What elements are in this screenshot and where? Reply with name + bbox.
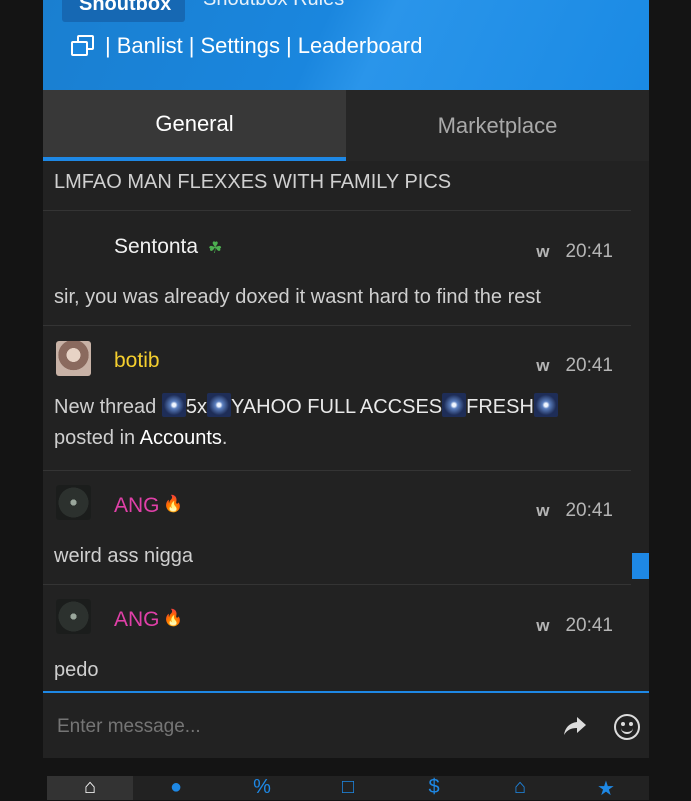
fireworks-icon <box>442 393 467 417</box>
settings-link[interactable]: Settings <box>200 33 280 59</box>
thread-prefix: New thread <box>54 396 157 418</box>
shoutbox-tab[interactable]: Shoutbox <box>62 0 185 22</box>
fireworks-icon <box>533 393 558 417</box>
message-meta: w 20:41 <box>536 241 613 263</box>
list-item: Sentonta ☘ w 20:41 sir, you was already d… <box>43 211 631 325</box>
home-icon[interactable]: ⌂ <box>47 776 133 800</box>
leaderboard-link[interactable]: Leaderboard <box>298 33 423 59</box>
message-list[interactable]: LMFAO MAN FLEXXES WITH FAMILY PICS Sento… <box>43 161 649 692</box>
separator: | <box>285 33 292 58</box>
share-icon[interactable] <box>562 713 588 739</box>
fireworks-icon <box>206 393 231 417</box>
shoutbox-panel: Shoutbox Shoutbox Rules | Banlist | Sett… <box>43 0 649 758</box>
forum-link[interactable]: Accounts <box>140 427 222 449</box>
smile-icon[interactable] <box>614 714 640 740</box>
thread-title-part[interactable]: YAHOO FULL ACCSES <box>231 396 442 418</box>
message-input[interactable] <box>57 713 537 741</box>
page: Shoutbox Shoutbox Rules | Banlist | Sett… <box>0 0 691 800</box>
fireworks-icon <box>161 393 186 417</box>
scrollbar-thumb[interactable] <box>632 553 649 579</box>
username[interactable]: botib <box>114 349 160 373</box>
shoutbox-header: Shoutbox Shoutbox Rules | Banlist | Sett… <box>43 0 649 90</box>
avatar[interactable] <box>56 341 91 376</box>
status-indicator: w <box>536 501 550 520</box>
posted-in-text: posted in <box>54 427 136 449</box>
username[interactable]: ANG <box>114 608 160 632</box>
avatar[interactable] <box>56 599 91 634</box>
message-meta: w 20:41 <box>536 355 613 377</box>
list-item: ANG 🔥 w 20:41 weird ass nigga <box>43 471 631 584</box>
leaf-icon: ☘ <box>208 240 223 257</box>
bottom-nav: ⌂ ● % □ $ ⌂ ★ <box>47 776 649 800</box>
timestamp: 20:41 <box>565 241 613 262</box>
username[interactable]: ANG <box>114 494 160 518</box>
thread-title-part[interactable]: FRESH <box>466 396 534 418</box>
message-meta: w 20:41 <box>536 500 613 522</box>
separator: | <box>105 33 111 58</box>
message-input-bar <box>43 691 649 758</box>
shoutbox-rules-link[interactable]: Shoutbox Rules <box>203 0 344 11</box>
star-icon[interactable]: ★ <box>576 776 636 800</box>
tab-marketplace[interactable]: Marketplace <box>346 90 649 161</box>
message-text: pedo <box>54 659 99 681</box>
timestamp: 20:41 <box>565 355 613 376</box>
message-text: New thread 5x YAHOO FULL ACCSES FRESH post… <box>54 392 624 454</box>
avatar[interactable] <box>56 485 91 520</box>
window-icon[interactable]: □ <box>318 776 378 800</box>
separator: | <box>188 33 195 58</box>
fire-icon: 🔥 <box>163 496 183 513</box>
banlist-link[interactable]: Banlist <box>117 33 183 59</box>
popout-icon[interactable] <box>71 35 95 57</box>
fire-icon: 🔥 <box>163 610 183 627</box>
shoutbox-tabs: General Marketplace <box>43 90 649 161</box>
message-meta: w 20:41 <box>536 615 613 637</box>
username[interactable]: Sentonta <box>114 235 198 259</box>
header-links: | Banlist | Settings | Leaderboard <box>71 31 422 61</box>
cart-icon[interactable]: ⌂ <box>490 776 550 800</box>
thread-title-part[interactable]: 5x <box>186 396 207 418</box>
timestamp: 20:41 <box>565 500 613 521</box>
message-text: LMFAO MAN FLEXXES WITH FAMILY PICS <box>54 171 452 193</box>
status-indicator: w <box>536 242 550 261</box>
period: . <box>221 427 228 449</box>
message-text: sir, you was already doxed it wasnt hard… <box>54 286 541 308</box>
status-indicator: w <box>536 616 550 635</box>
timestamp: 20:41 <box>565 615 613 636</box>
list-item: ANG 🔥 w 20:41 pedo <box>43 585 631 692</box>
tab-general[interactable]: General <box>43 90 346 161</box>
percent-icon[interactable]: % <box>232 776 292 800</box>
list-item: botib w 20:41 New thread 5x YAHOO FULL ACC… <box>43 326 631 470</box>
status-indicator: w <box>536 356 550 375</box>
dollar-icon[interactable]: $ <box>404 776 464 800</box>
user-icon[interactable]: ● <box>146 776 206 800</box>
message-text: weird ass nigga <box>54 545 193 567</box>
